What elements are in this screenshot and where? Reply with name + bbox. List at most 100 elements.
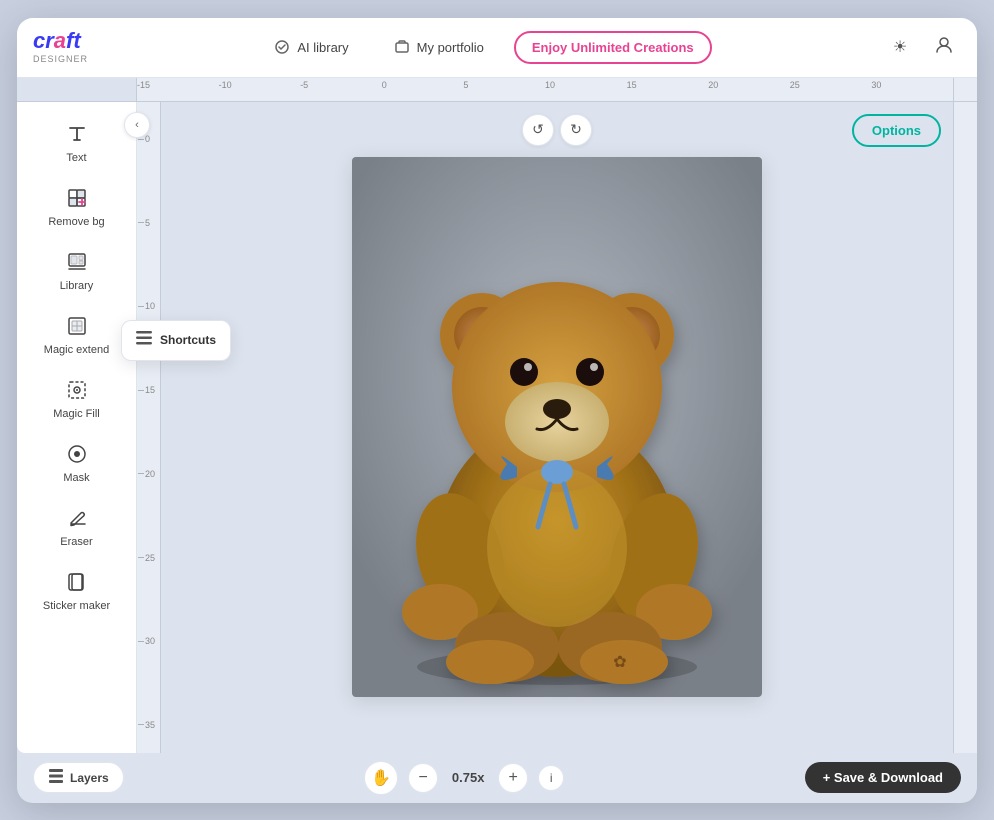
sticker-maker-label: Sticker maker xyxy=(43,600,110,612)
canvas-image[interactable]: ✿ xyxy=(352,157,762,697)
canvas-content[interactable]: ↺ ↻ Options xyxy=(161,102,953,753)
shortcuts-menu-icon xyxy=(136,331,152,350)
ruler-v-tick: 10 xyxy=(138,301,155,311)
app-window: craft DESIGNER AI library xyxy=(17,18,977,803)
magic-extend-label: Magic extend xyxy=(44,344,109,356)
tool-sticker-maker[interactable]: Sticker maker xyxy=(17,558,136,622)
undo-icon: ↺ xyxy=(532,121,544,138)
text-tool-icon xyxy=(63,120,91,148)
svg-text:✿: ✿ xyxy=(613,654,626,671)
ruler-tick: -10 xyxy=(219,78,232,102)
zoom-minus-button[interactable]: − xyxy=(408,763,438,793)
ruler-tick: 5 xyxy=(463,78,468,102)
ruler-tick: 15 xyxy=(627,78,637,102)
ruler-v-tick: 35 xyxy=(138,720,155,730)
tool-library[interactable]: Library xyxy=(17,238,136,302)
my-portfolio-button[interactable]: My portfolio xyxy=(379,31,498,63)
logo-craft-text: craft xyxy=(33,30,88,52)
main-area: ‹ Text xyxy=(17,102,977,753)
ruler-corner-right xyxy=(953,78,977,102)
redo-button[interactable]: ↻ xyxy=(560,114,592,146)
tool-magic-extend[interactable]: Magic extend xyxy=(17,302,136,366)
mask-label: Mask xyxy=(63,472,89,484)
bottom-center-controls: ✋ − 0.75x + i xyxy=(364,761,564,795)
ruler-v-tick: 5 xyxy=(138,218,150,228)
library-icon xyxy=(63,248,91,276)
chevron-left-icon: ‹ xyxy=(135,119,139,131)
zoom-plus-button[interactable]: + xyxy=(498,763,528,793)
options-label: Options xyxy=(872,123,921,138)
minus-icon: − xyxy=(419,769,428,787)
eraser-label: Eraser xyxy=(60,536,92,548)
user-account-button[interactable] xyxy=(927,30,961,64)
portfolio-icon xyxy=(393,38,411,56)
zoom-level-display: 0.75x xyxy=(448,770,488,785)
top-right-controls: ☀ xyxy=(883,30,961,64)
tool-eraser[interactable]: Eraser xyxy=(17,494,136,558)
ai-library-label: AI library xyxy=(297,40,348,55)
logo: craft DESIGNER xyxy=(33,30,88,64)
top-bar: craft DESIGNER AI library xyxy=(17,18,977,78)
left-sidebar: ‹ Text xyxy=(17,102,137,753)
tool-mask[interactable]: Mask xyxy=(17,430,136,494)
ruler-horizontal: -15-10-505101520253035 xyxy=(137,78,953,102)
ruler-tick: -5 xyxy=(300,78,308,102)
ruler-tick: 10 xyxy=(545,78,555,102)
unlimited-creations-button[interactable]: Enjoy Unlimited Creations xyxy=(514,31,712,64)
vertical-ruler: 05101520253035 xyxy=(137,102,161,753)
ruler-corner xyxy=(17,78,137,102)
bottom-right-controls: + Save & Download xyxy=(805,762,961,793)
bear-image-background: ✿ xyxy=(352,157,762,697)
bottom-left-controls: Layers xyxy=(33,762,124,793)
tool-magic-fill[interactable]: Magic Fill xyxy=(17,366,136,430)
canvas-area: 05101520253035 ↺ ↻ Options xyxy=(137,102,977,753)
tool-text[interactable]: Text xyxy=(17,110,136,174)
ruler-v-tick: 25 xyxy=(138,553,155,563)
mask-icon xyxy=(63,440,91,468)
top-center-nav: AI library My portfolio Enjoy Unlimited … xyxy=(259,31,711,64)
layers-icon xyxy=(48,769,64,786)
save-download-button[interactable]: + Save & Download xyxy=(805,762,961,793)
logo-designer-text: DESIGNER xyxy=(33,54,88,64)
library-label: Library xyxy=(60,280,94,292)
remove-bg-icon xyxy=(63,184,91,212)
sticker-maker-icon xyxy=(63,568,91,596)
layers-label: Layers xyxy=(70,771,109,785)
collapse-sidebar-button[interactable]: ‹ xyxy=(124,112,150,138)
plus-icon: + xyxy=(509,769,518,787)
eraser-icon xyxy=(63,504,91,532)
redo-icon: ↻ xyxy=(570,121,582,138)
shortcuts-label: Shortcuts xyxy=(160,333,216,347)
sun-theme-button[interactable]: ☀ xyxy=(883,30,917,64)
magic-fill-label: Magic Fill xyxy=(53,408,99,420)
text-tool-label: Text xyxy=(66,152,86,164)
right-ruler xyxy=(953,102,977,753)
undo-button[interactable]: ↺ xyxy=(522,114,554,146)
remove-bg-label: Remove bg xyxy=(48,216,104,228)
hand-tool-button[interactable]: ✋ xyxy=(364,761,398,795)
user-icon xyxy=(934,35,954,60)
layers-button[interactable]: Layers xyxy=(33,762,124,793)
sun-icon: ☀ xyxy=(893,37,907,57)
magic-extend-icon xyxy=(63,312,91,340)
hand-icon: ✋ xyxy=(371,768,391,788)
ruler-tick: 30 xyxy=(871,78,881,102)
save-download-label: + Save & Download xyxy=(823,770,943,785)
unlimited-creations-label: Enjoy Unlimited Creations xyxy=(532,40,694,55)
ruler-tick: 20 xyxy=(708,78,718,102)
ai-library-icon xyxy=(273,38,291,56)
ruler-v-tick: 15 xyxy=(138,385,155,395)
ruler-tick: -15 xyxy=(137,78,150,102)
ai-library-button[interactable]: AI library xyxy=(259,31,362,63)
options-button[interactable]: Options xyxy=(852,114,941,147)
magic-fill-icon xyxy=(63,376,91,404)
tool-remove-bg[interactable]: Remove bg xyxy=(17,174,136,238)
ruler-v-tick: 20 xyxy=(138,469,155,479)
undo-redo-controls: ↺ ↻ xyxy=(522,114,592,146)
ruler-tick: 25 xyxy=(790,78,800,102)
horizontal-ruler: -15-10-505101520253035 xyxy=(17,78,977,102)
ruler-v-tick: 30 xyxy=(138,636,155,646)
bottom-bar: Layers ✋ − 0.75x + i + Save & Download xyxy=(17,753,977,803)
shortcuts-popup[interactable]: Shortcuts xyxy=(121,320,231,361)
info-button[interactable]: i xyxy=(538,765,564,791)
